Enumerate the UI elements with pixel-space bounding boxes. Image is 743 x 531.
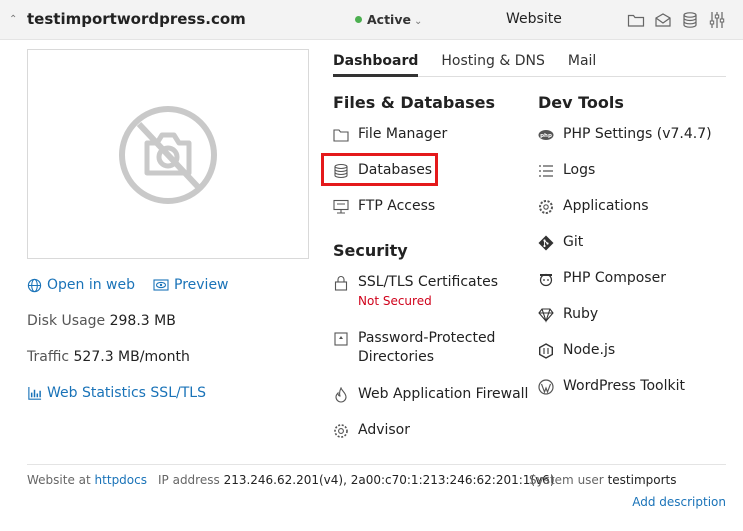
- ip-address: IP address 213.246.62.201(v4), 2a00:c70:…: [158, 473, 555, 487]
- system-user: System user testimports: [529, 473, 677, 487]
- php-composer-label: PHP Composer: [563, 270, 666, 286]
- preview-link[interactable]: Preview: [153, 277, 229, 293]
- ruby-icon: [538, 307, 554, 323]
- ssl-certificates-text: SSL/TLS Certificates Not Secured: [358, 274, 498, 308]
- open-in-web-link[interactable]: Open in web: [27, 277, 135, 293]
- disk-usage-value: 298.3 MB: [109, 313, 176, 329]
- open-in-web-label: Open in web: [47, 277, 136, 293]
- logs-item[interactable]: Logs: [538, 162, 595, 179]
- chevron-down-icon: ⌄: [413, 16, 423, 27]
- tab-hosting-dns[interactable]: Hosting & DNS: [441, 53, 544, 77]
- git-icon: [538, 235, 554, 251]
- wordpress-toolkit-label: WordPress Toolkit: [563, 378, 685, 394]
- list-icon: [538, 163, 554, 179]
- traffic-label: Traffic: [27, 349, 70, 365]
- ip-address-label: IP address: [158, 473, 220, 487]
- collapse-chevron-icon[interactable]: ⌃: [9, 14, 17, 25]
- subscription-type: Website: [506, 11, 562, 27]
- applications-label: Applications: [563, 198, 649, 214]
- git-label: Git: [563, 234, 584, 250]
- password-protected-label-2: Directories: [358, 349, 435, 365]
- eye-icon: [153, 279, 169, 291]
- lock-icon: [333, 275, 349, 291]
- gear-advisor-icon: [333, 423, 349, 439]
- git-item[interactable]: Git: [538, 234, 583, 251]
- web-application-firewall-label: Web Application Firewall: [358, 386, 529, 402]
- ruby-item[interactable]: Ruby: [538, 306, 598, 323]
- applications-item[interactable]: Applications: [538, 198, 649, 215]
- site-preview-thumbnail[interactable]: [27, 49, 309, 259]
- wordpress-icon: [538, 379, 554, 395]
- system-user-label: System user: [529, 473, 604, 487]
- ssl-certificates-label: SSL/TLS Certificates: [358, 274, 498, 290]
- add-description-link[interactable]: Add description: [632, 495, 726, 509]
- tab-bar: Dashboard Hosting & DNS Mail: [333, 53, 726, 77]
- nodejs-label: Node.js: [563, 342, 616, 358]
- password-protected-text: Password-Protected Directories: [358, 330, 495, 365]
- site-links: Open in web Preview: [27, 277, 229, 293]
- password-protected-item[interactable]: Password-Protected Directories: [333, 330, 495, 365]
- ruby-label: Ruby: [563, 306, 599, 322]
- php-settings-label: PHP Settings (v7.4.7): [563, 126, 712, 142]
- file-manager-label: File Manager: [358, 126, 448, 142]
- file-manager-item[interactable]: File Manager: [333, 126, 447, 143]
- web-statistics-link[interactable]: Web Statistics SSL/TLS: [27, 385, 206, 401]
- web-application-firewall-item[interactable]: Web Application Firewall: [333, 386, 528, 403]
- files-databases-heading: Files & Databases: [333, 93, 496, 112]
- folder-icon[interactable]: [627, 11, 645, 29]
- traffic-value: 527.3 MB/month: [73, 349, 190, 365]
- status-dot-icon: [355, 16, 362, 23]
- domain-name[interactable]: testimportwordpress.com: [27, 10, 246, 28]
- database-icon[interactable]: [681, 11, 699, 29]
- svg-text:php: php: [540, 133, 552, 139]
- databases-highlight-box: [321, 153, 438, 186]
- bar-chart-icon: [28, 386, 42, 400]
- ftp-icon: [333, 199, 349, 215]
- settings-sliders-icon[interactable]: [708, 11, 726, 29]
- system-user-value: testimports: [607, 473, 677, 487]
- status-dropdown[interactable]: Active ⌄: [355, 12, 422, 27]
- header-actions: [627, 11, 726, 29]
- status-label: Active: [367, 12, 411, 27]
- wordpress-toolkit-item[interactable]: WordPress Toolkit: [538, 378, 685, 395]
- nodejs-item[interactable]: Node.js: [538, 342, 615, 359]
- advisor-label: Advisor: [358, 422, 411, 438]
- subscription-header: ⌃ testimportwordpress.com Active ⌄ Websit…: [0, 0, 743, 40]
- website-at: Website at httpdocs: [27, 473, 147, 487]
- ip-address-value: 213.246.62.201(v4), 2a00:c70:1:213:246:6…: [223, 473, 555, 487]
- php-composer-item[interactable]: PHP Composer: [538, 270, 666, 287]
- flame-icon: [333, 386, 349, 403]
- preview-label: Preview: [174, 277, 229, 293]
- disk-usage-label: Disk Usage: [27, 313, 106, 329]
- document-root-link[interactable]: httpdocs: [95, 473, 147, 487]
- mail-icon[interactable]: [654, 11, 672, 29]
- nodejs-icon: [538, 343, 554, 359]
- php-icon: php: [538, 127, 554, 143]
- security-heading: Security: [333, 241, 408, 260]
- tab-mail[interactable]: Mail: [568, 53, 596, 77]
- globe-icon: [27, 278, 42, 292]
- ssl-status-warning: Not Secured: [358, 294, 432, 308]
- logs-label: Logs: [563, 162, 596, 178]
- gear-icon: [538, 199, 554, 215]
- ftp-access-item[interactable]: FTP Access: [333, 198, 435, 215]
- website-at-label: Website at: [27, 473, 91, 487]
- php-settings-item[interactable]: php PHP Settings (v7.4.7): [538, 126, 712, 143]
- disk-usage: Disk Usage 298.3 MB: [27, 313, 176, 329]
- composer-icon: [538, 271, 554, 287]
- no-screenshot-camera-icon: [119, 106, 217, 204]
- traffic: Traffic 527.3 MB/month: [27, 349, 190, 365]
- protected-folder-icon: [333, 331, 349, 347]
- password-protected-label: Password-Protected: [358, 330, 496, 346]
- web-statistics-label: Web Statistics SSL/TLS: [47, 385, 206, 401]
- tab-dashboard[interactable]: Dashboard: [333, 53, 419, 77]
- advisor-item[interactable]: Advisor: [333, 422, 410, 439]
- ssl-certificates-item[interactable]: SSL/TLS Certificates Not Secured: [333, 274, 498, 308]
- footer-divider: [27, 464, 726, 465]
- ftp-access-label: FTP Access: [358, 198, 436, 214]
- folder-icon: [333, 127, 349, 143]
- dev-tools-heading: Dev Tools: [538, 93, 624, 112]
